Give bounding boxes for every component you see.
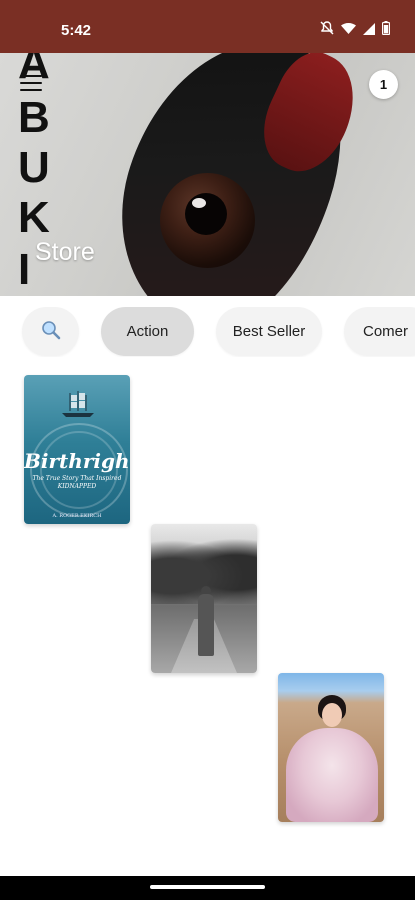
book-grid: Birthright The True Story That Inspired … <box>0 375 415 822</box>
chip-action[interactable]: Action <box>101 307 194 356</box>
hero-pupil <box>185 193 227 235</box>
notifications-off-icon <box>320 21 334 40</box>
hero-vertical-letter: K <box>18 193 51 242</box>
book-author: A. ROGER EKIRCH <box>52 513 102 519</box>
ship-illustration <box>62 391 94 417</box>
book-subtitle: The True Story That Inspired KIDNAPPED <box>32 475 122 490</box>
battery-icon <box>381 21 391 40</box>
chip-comer[interactable]: Comer <box>344 307 415 356</box>
menu-icon[interactable] <box>20 75 42 91</box>
hero-vertical-letter: B <box>18 93 51 142</box>
hero-vertical-letter: I <box>18 245 32 294</box>
home-indicator[interactable] <box>150 885 265 889</box>
status-bar: 5:42 <box>0 0 415 53</box>
status-icons <box>320 21 391 40</box>
cover-face <box>322 703 342 727</box>
book-title: Birthright <box>24 449 130 473</box>
hero-glint <box>192 198 206 208</box>
book-card-2[interactable] <box>151 524 257 673</box>
status-time: 5:42 <box>61 22 92 39</box>
cart-count-badge[interactable]: 1 <box>369 70 398 99</box>
book-card-birthright[interactable]: Birthright The True Story That Inspired … <box>24 375 130 524</box>
cover-dress <box>286 728 378 822</box>
book-card-3[interactable] <box>278 673 384 822</box>
wifi-icon <box>341 22 356 40</box>
page-title: Store <box>35 238 95 266</box>
cover-figure <box>198 594 214 656</box>
chip-best-seller[interactable]: Best Seller <box>216 307 322 356</box>
search-chip[interactable] <box>22 307 79 356</box>
category-chip-row: Action Best Seller Comer <box>0 307 415 357</box>
signal-icon <box>363 22 375 40</box>
hero-vertical-letter: U <box>18 143 51 192</box>
search-icon <box>41 320 61 344</box>
